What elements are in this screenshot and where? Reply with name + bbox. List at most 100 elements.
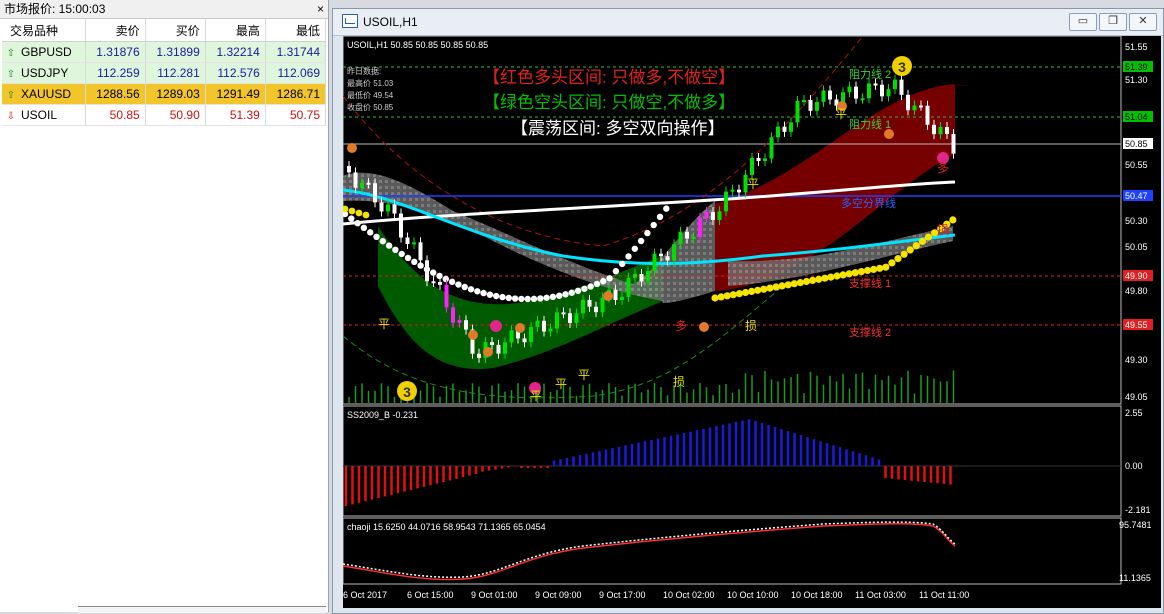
candle [522,338,527,343]
yellow-dot [815,275,823,283]
time-tick: 6 Oct 2017 [343,590,387,600]
candle [854,86,858,99]
candle [711,212,715,221]
ss2009-label: SS2009_B -0.231 [347,410,418,420]
candle [633,273,637,278]
candle [613,289,618,300]
yellow-dot [717,293,725,301]
market-watch-panel: 市场报价: 15:00:03 × 交易品种 卖价 买价 最高 最低 ⇧ GBPUS… [0,0,329,613]
white-dot [600,278,607,285]
svg-text:51.39: 51.39 [1125,62,1148,72]
zone-label-green: 【绿色空头区间: 只做空,不做多】 [483,93,735,112]
close-icon[interactable]: × [317,0,324,18]
white-dot [455,281,462,288]
candle [587,299,592,307]
candle [737,189,741,193]
yellow-dot [754,286,762,294]
quotes-table: 交易品种 卖价 买价 最高 最低 ⇧ GBPUSD 1.31876 1.31899… [2,19,327,126]
white-dot [656,213,664,221]
time-tick: 9 Oct 17:00 [599,590,646,600]
white-dot [354,220,361,227]
ss2009-tick: 0.00 [1125,461,1143,471]
level-label-support-1: 支撑线 1 [849,276,891,290]
candle [581,299,585,314]
candle [373,183,377,203]
white-dot [549,293,557,301]
market-watch-title-bar: 市场报价: 15:00:03 × [0,0,328,19]
yellow-dot [839,271,847,279]
price-tick: 51.55 [1125,42,1148,52]
marker-1-icon [699,322,709,332]
candle [496,344,501,354]
ss2009-tick: 2.55 [1125,408,1143,418]
white-dot [543,294,550,301]
candle [412,242,416,245]
yellow-dot [833,272,841,280]
candle [880,84,884,97]
price-tick: 49.80 [1125,286,1148,296]
column-header-ask[interactable]: 买价 [145,19,206,42]
level-label-divider: 多空分界线 [841,196,896,210]
candle [405,237,410,244]
price-tick: 49.05 [1125,392,1148,402]
candle [451,307,455,323]
white-dot [606,275,613,282]
level-label-resistance-1: 阻力线 1 [849,117,891,131]
white-dot [505,294,512,302]
candle [685,231,689,239]
ask-value: 112.281 [145,62,206,84]
yellow-dot [735,290,743,298]
yellow-dot [784,281,792,289]
white-dot [625,253,632,260]
time-tick: 6 Oct 15:00 [407,590,454,600]
candle [379,202,384,212]
candle [678,231,683,245]
maximize-button[interactable]: ❐ [1099,13,1127,31]
column-header-symbol[interactable]: 交易品种 [2,19,86,42]
candle [945,127,949,134]
symbol-name: USDJPY [21,66,69,80]
yellow-dot [949,216,957,224]
chart-area[interactable]: USOIL,H1 50.85 50.85 50.85 50.85 昨日数据: 最… [343,36,1161,608]
yellow-dot [894,255,902,263]
candle [724,191,728,212]
white-dot [530,295,538,303]
high-value: 1291.49 [205,83,266,105]
white-dot [663,205,670,212]
candle [815,101,819,111]
column-header-high[interactable]: 最高 [205,19,266,42]
quote-row-usoil[interactable]: ⇩ USOIL 50.85 50.90 51.39 50.75 [2,104,327,126]
candle [639,273,644,282]
candle [906,94,910,111]
candle [750,157,754,175]
white-dot [568,289,575,296]
marker-1-icon [483,347,493,357]
quote-row-gbpusd[interactable]: ⇧ GBPUSD 1.31876 1.31899 1.32214 1.31744 [2,41,327,63]
candle [951,133,956,154]
chaoji-label: chaoji 15.6250 44.0716 58.9543 71.1365 6… [347,522,546,532]
column-header-bid[interactable]: 卖价 [85,19,146,42]
info-line-3: 最低价 49.54 [347,90,394,100]
white-dot [474,288,481,295]
info-line-4: 收盘价 50.85 [347,102,394,112]
time-tick: 11 Oct 11:00 [919,590,969,600]
yellow-dot [796,279,804,287]
candle [568,313,572,323]
close-button[interactable]: ✕ [1129,13,1157,31]
yellow-dot [851,269,859,277]
time-tick: 9 Oct 01:00 [471,590,518,600]
candle [938,127,943,135]
marker-1-icon [515,323,525,333]
info-line-2: 最高价 51.03 [347,78,394,88]
marker-ping: 平 [747,177,759,191]
column-header-low[interactable]: 最低 [265,19,327,42]
quote-row-usdjpy[interactable]: ⇧ USDJPY 112.259 112.281 112.576 112.069 [2,62,327,84]
symbol-name: USOIL [21,108,58,122]
minimize-button[interactable]: ▭ [1069,13,1097,31]
info-line-1: 昨日数据: [347,66,381,76]
quote-row-xauusd[interactable]: ⇧ XAUUSD 1288.56 1289.03 1291.49 1286.71 [2,83,327,105]
candle [503,342,507,354]
yellow-dot [748,287,756,295]
candle [789,122,793,132]
chart-window-title-bar[interactable]: USOIL,H1 ▭ ❐ ✕ [333,9,1163,36]
